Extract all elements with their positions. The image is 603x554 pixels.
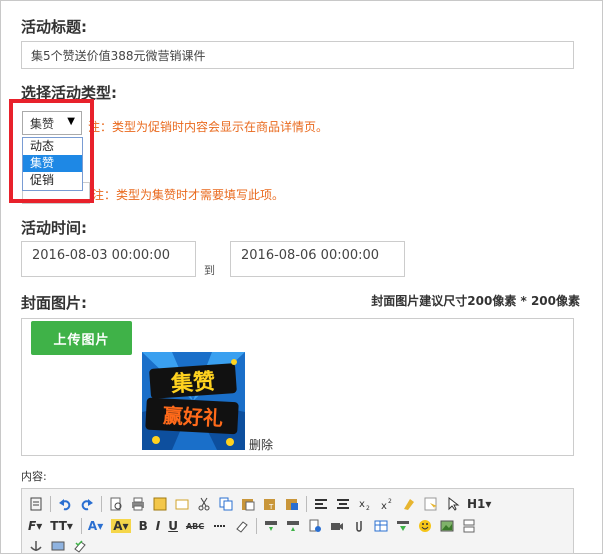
underline-button[interactable]: U — [168, 519, 178, 533]
font-color-button[interactable]: A▾ — [88, 519, 103, 533]
copy-icon[interactable] — [218, 496, 234, 512]
bold-button[interactable]: B — [139, 519, 148, 533]
cut-icon[interactable] — [196, 496, 212, 512]
type-note: 注：类型为促销时内容会显示在商品详情页。 — [88, 120, 329, 134]
font-color-label: A — [87, 519, 98, 533]
toolbar-separator — [101, 496, 102, 512]
paste-icon[interactable] — [240, 496, 256, 512]
editor-toolbar: T x2 x2 H1▾ F▾ TT▾ A▾ A▾ B I U ABC — [21, 488, 574, 554]
image-icon[interactable] — [439, 518, 455, 534]
subscript-icon[interactable]: x2 — [357, 496, 373, 512]
code-icon[interactable] — [174, 496, 190, 512]
type-dropdown[interactable]: 动态 集赞 促销 — [22, 137, 83, 191]
toolbar-separator — [50, 496, 51, 512]
title-input-value: 集5个赞送价值388元微营销课件 — [31, 48, 206, 63]
time-label: 活动时间: — [21, 219, 87, 237]
upload-image-button[interactable]: 上传图片 — [31, 321, 132, 355]
type-label: 选择活动类型: — [21, 84, 117, 102]
cover-label: 封面图片: — [21, 294, 87, 312]
download-icon[interactable] — [395, 518, 411, 534]
type-select-value: 集赞 — [30, 116, 55, 131]
insert-row-icon[interactable] — [263, 518, 279, 534]
title-label: 活动标题: — [21, 18, 87, 36]
content-label: 内容: — [21, 470, 47, 483]
toolbar-row-1: T x2 x2 H1▾ — [28, 493, 499, 515]
heading-dropdown[interactable]: H1▾ — [467, 497, 491, 511]
cover-hint: 封面图片建议尺寸200像素 * 200像素 — [371, 294, 580, 308]
type-select[interactable]: 集赞 ▼ — [22, 111, 82, 135]
svg-text:2: 2 — [366, 505, 370, 511]
clear-format-icon[interactable] — [401, 496, 417, 512]
template-icon[interactable] — [152, 496, 168, 512]
type-option-dynamic[interactable]: 动态 — [23, 138, 82, 155]
to-text: 到 — [204, 264, 215, 277]
anchor-icon[interactable] — [28, 538, 44, 554]
cover-image: 集赞 赢好礼 — [142, 352, 245, 450]
attachment-icon[interactable] — [351, 518, 367, 534]
superscript-icon[interactable]: x2 — [379, 496, 395, 512]
toolbar-separator — [256, 518, 258, 534]
italic-button[interactable]: I — [156, 519, 160, 533]
align-left-icon[interactable] — [313, 496, 329, 512]
svg-text:x: x — [359, 499, 365, 510]
insert-col-icon[interactable] — [285, 518, 301, 534]
title-input[interactable]: 集5个赞送价值388元微营销课件 — [21, 41, 574, 69]
toolbar-row-3 — [28, 535, 94, 554]
start-time-value: 2016-08-03 00:00:00 — [32, 248, 171, 263]
video-icon[interactable] — [329, 518, 345, 534]
eraser-icon[interactable] — [234, 518, 250, 534]
page-break-icon[interactable] — [461, 518, 477, 534]
paste-plain-icon[interactable]: T — [262, 496, 278, 512]
select-all-icon[interactable] — [423, 496, 439, 512]
horizontal-rule-icon[interactable] — [212, 518, 228, 534]
start-time-input[interactable]: 2016-08-03 00:00:00 — [21, 241, 196, 277]
toolbar-separator — [306, 496, 307, 512]
type-option-likes[interactable]: 集赞 — [23, 155, 82, 172]
cover-image-text-1: 集赞 — [169, 368, 216, 397]
undo-icon[interactable] — [57, 496, 73, 512]
font-family-dropdown[interactable]: F▾ — [28, 519, 42, 533]
toolbar-row-2: F▾ TT▾ A▾ A▾ B I U ABC — [28, 515, 483, 537]
end-time-input[interactable]: 2016-08-06 00:00:00 — [230, 241, 405, 277]
print-icon[interactable] — [130, 496, 146, 512]
font-size-label: TT — [50, 519, 67, 533]
stub-note: 注：类型为集赞时才需要填写此项。 — [92, 188, 285, 202]
highlight-color-label: A — [113, 519, 123, 533]
source-icon[interactable] — [28, 496, 44, 512]
font-size-dropdown[interactable]: TT▾ — [50, 519, 73, 533]
anchor-link-icon[interactable] — [307, 518, 323, 534]
type-option-promo[interactable]: 促销 — [23, 172, 82, 189]
highlight-color-button[interactable]: A▾ — [111, 519, 131, 533]
align-center-icon[interactable] — [335, 496, 351, 512]
map-icon[interactable] — [50, 538, 66, 554]
strikethrough-button[interactable]: ABC — [186, 522, 204, 531]
toolbar-separator — [80, 518, 82, 534]
svg-text:T: T — [268, 503, 274, 511]
spell-check-icon[interactable] — [72, 538, 88, 554]
cursor-icon[interactable] — [445, 496, 461, 512]
paste-word-icon[interactable] — [284, 496, 300, 512]
emoji-icon[interactable] — [417, 518, 433, 534]
preview-icon[interactable] — [108, 496, 124, 512]
cover-image-text-2: 赢好礼 — [162, 403, 223, 430]
svg-text:2: 2 — [388, 498, 392, 505]
redo-icon[interactable] — [79, 496, 95, 512]
table-icon[interactable] — [373, 518, 389, 534]
svg-text:x: x — [381, 501, 387, 511]
font-family-label: F — [28, 519, 37, 533]
heading-label: H1 — [467, 497, 486, 511]
delete-image-link[interactable]: 删除 — [249, 436, 273, 453]
chevron-down-icon: ▼ — [67, 116, 75, 127]
end-time-value: 2016-08-06 00:00:00 — [241, 248, 380, 263]
